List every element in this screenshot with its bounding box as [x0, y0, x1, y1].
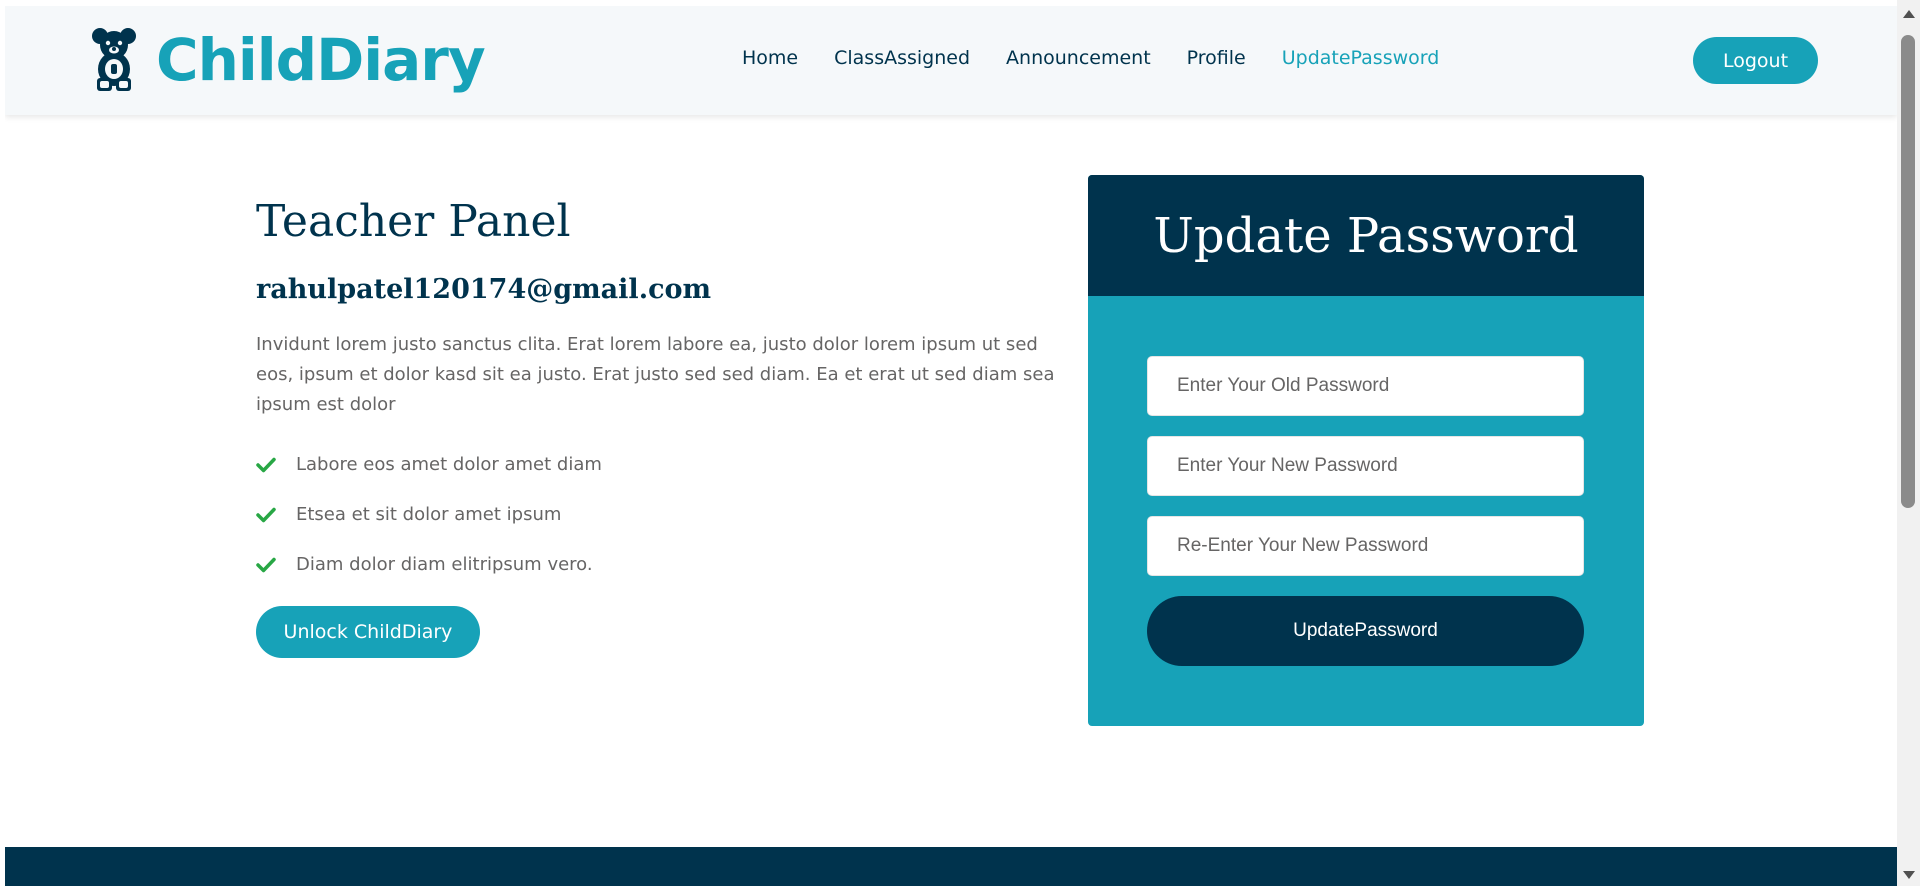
feature-text: Labore eos amet dolor amet diam: [296, 454, 602, 476]
confirm-password-input[interactable]: [1147, 516, 1584, 576]
old-password-input[interactable]: [1147, 356, 1584, 416]
check-icon: [256, 507, 276, 523]
nav-links: Home ClassAssigned Announcement Profile …: [742, 47, 1439, 69]
nav-link-update-password[interactable]: UpdatePassword: [1282, 47, 1440, 69]
feature-item: Diam dolor diam elitripsum vero.: [256, 540, 1046, 590]
update-password-title: Update Password: [1153, 207, 1579, 264]
feature-list: Labore eos amet dolor amet diam Etsea et…: [256, 440, 1046, 590]
update-password-form: UpdatePassword: [1088, 296, 1644, 666]
description-text: Invidunt lorem justo sanctus clita. Erat…: [256, 333, 1055, 415]
teacher-panel-section: Teacher Panel rahulpatel120174@gmail.com…: [256, 196, 1054, 658]
brand-link[interactable]: ChildDiary: [90, 26, 486, 94]
scroll-up-arrow-icon[interactable]: [1903, 10, 1915, 18]
feature-text: Diam dolor diam elitripsum vero.: [296, 554, 593, 576]
update-password-button[interactable]: UpdatePassword: [1147, 596, 1584, 666]
vertical-scrollbar[interactable]: [1897, 0, 1920, 886]
check-icon: [256, 457, 276, 473]
update-password-card: Update Password UpdatePassword: [1088, 175, 1644, 726]
feature-item: Labore eos amet dolor amet diam: [256, 440, 1046, 490]
nav-link-announcement[interactable]: Announcement: [1006, 47, 1151, 69]
unlock-childdiary-button[interactable]: Unlock ChildDiary: [256, 605, 480, 658]
feature-text: Etsea et sit dolor amet ipsum: [296, 504, 562, 526]
navbar: ChildDiary Home ClassAssigned Announceme…: [5, 6, 1897, 115]
teddy-bear-icon: [92, 28, 136, 91]
page: ChildDiary Home ClassAssigned Announceme…: [0, 0, 1920, 886]
brand-name: ChildDiary: [156, 26, 486, 94]
nav-link-class-assigned[interactable]: ClassAssigned: [834, 47, 970, 69]
scroll-down-arrow-icon[interactable]: [1903, 871, 1915, 879]
browser-viewport: ChildDiary Home ClassAssigned Announceme…: [5, 6, 1897, 886]
new-password-input[interactable]: [1147, 436, 1584, 496]
nav-link-home[interactable]: Home: [742, 47, 798, 69]
logout-button[interactable]: Logout: [1693, 37, 1818, 84]
page-title: Teacher Panel: [256, 196, 571, 247]
user-email: rahulpatel120174@gmail.com: [256, 273, 712, 305]
scrollbar-thumb[interactable]: [1901, 35, 1915, 508]
check-icon: [256, 557, 276, 573]
nav-link-profile[interactable]: Profile: [1187, 47, 1246, 69]
feature-item: Etsea et sit dolor amet ipsum: [256, 490, 1046, 540]
update-password-header: Update Password: [1088, 175, 1644, 296]
footer: [5, 847, 1897, 886]
